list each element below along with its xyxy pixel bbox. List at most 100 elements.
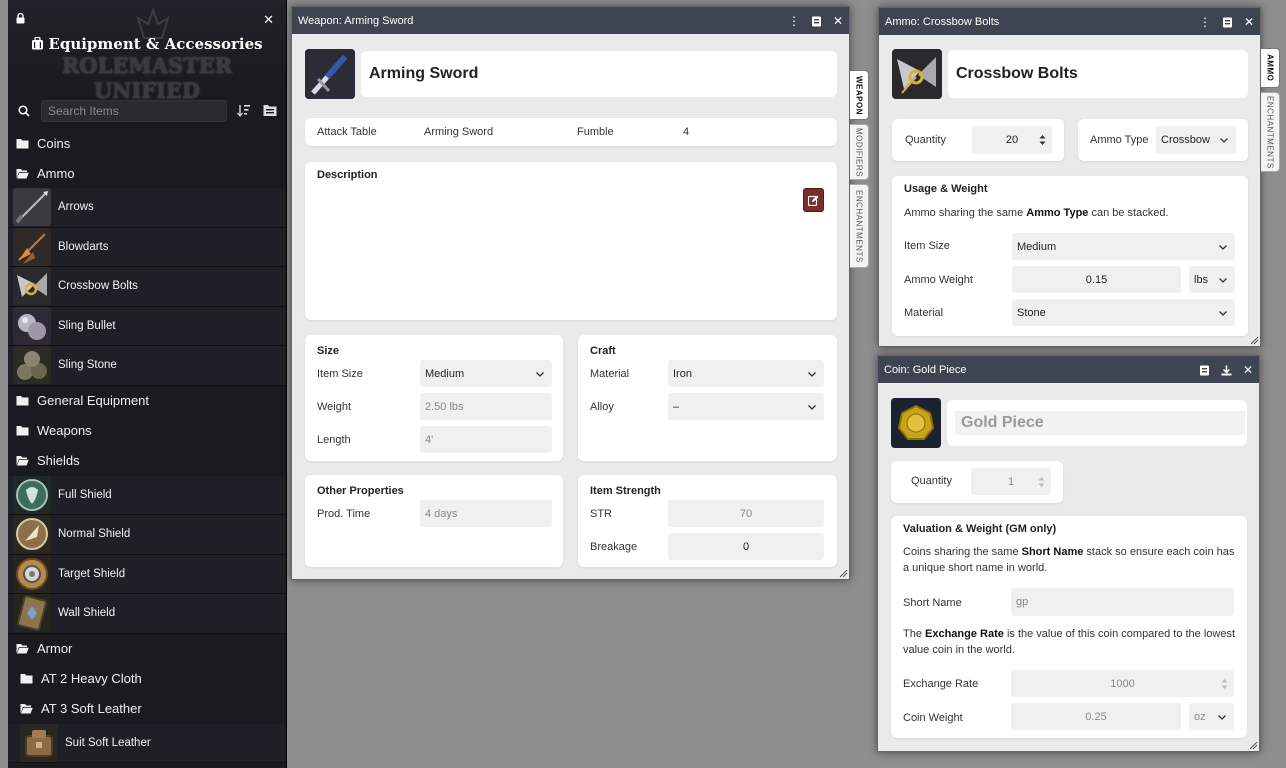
sidebar-item-normal-shield[interactable]: Normal Shield: [8, 515, 286, 555]
hint-text: Ammo sharing the same: [904, 207, 1027, 219]
sidebar-title-text: Equipment & Accessories: [48, 35, 263, 53]
sheet-config-icon[interactable]: [1216, 15, 1238, 29]
ammo-window-header[interactable]: Ammo: Crossbow Bolts ⋮ ✕: [879, 8, 1260, 35]
sidebar-folder-ammo[interactable]: Ammo: [8, 158, 286, 188]
close-sidebar-button[interactable]: ✕: [263, 12, 274, 28]
resize-handle-icon[interactable]: [1250, 336, 1259, 345]
tab-enchantments[interactable]: ENCHANTMENTS: [850, 184, 869, 268]
short-name-field[interactable]: gp: [1011, 588, 1234, 616]
sidebar-item-arrows[interactable]: Arrows: [8, 188, 286, 228]
prod-time-field[interactable]: 4 days: [420, 500, 552, 527]
coin-quantity-stepper[interactable]: 1: [971, 468, 1051, 495]
sidebar-folder-shields[interactable]: Shields: [8, 446, 286, 476]
chevron-down-icon: [1218, 714, 1226, 720]
material-select[interactable]: Iron: [668, 360, 824, 387]
gold-piece-portrait[interactable]: [891, 398, 941, 448]
ammo-type-value: Crossbow: [1161, 134, 1210, 146]
spinner-arrows-icon[interactable]: [1221, 678, 1228, 690]
sidebar-folder-weapons[interactable]: Weapons: [8, 416, 286, 446]
menu-dots-icon[interactable]: ⋮: [1194, 15, 1216, 29]
description-card: Description: [305, 162, 837, 320]
close-icon[interactable]: ✕: [1237, 363, 1259, 377]
tab-ammo-enchantments[interactable]: ENCHANTMENTS: [1261, 92, 1280, 172]
sidebar-item-suit-soft-leather[interactable]: Suit Soft Leather: [8, 723, 286, 763]
item-size-select[interactable]: Medium: [420, 360, 552, 387]
ammo-item-size-label: Item Size: [904, 240, 950, 252]
fumble-value[interactable]: 4: [683, 126, 689, 138]
coin-name-value: Gold Piece: [955, 411, 1245, 435]
chevron-down-icon: [1219, 277, 1227, 283]
edit-description-button[interactable]: [803, 188, 824, 212]
sidebar-item-sling-stone[interactable]: Sling Stone: [8, 346, 286, 386]
crossbow-bolts-icon: [13, 267, 51, 306]
attack-table-value[interactable]: Arming Sword: [424, 126, 493, 138]
sidebar-folder-at-2-heavy-cloth[interactable]: AT 2 Heavy Cloth: [8, 664, 286, 694]
sidebar-folder-armor[interactable]: Armor: [8, 634, 286, 664]
resize-handle-icon[interactable]: [839, 569, 848, 578]
sheet-config-icon[interactable]: [805, 14, 827, 28]
weight-label: Weight: [317, 401, 352, 413]
sidebar-folder-general-equipment[interactable]: General Equipment: [8, 386, 286, 416]
search-icon: [18, 105, 30, 117]
material-value: Iron: [673, 367, 692, 380]
spinner-arrows-icon[interactable]: [1038, 476, 1045, 488]
sidebar-item-sling-bullet[interactable]: Sling Bullet: [8, 306, 286, 346]
hint-bold: Short Name: [1021, 546, 1084, 558]
arming-sword-portrait[interactable]: [305, 49, 355, 99]
tab-weapon[interactable]: WEAPON: [850, 70, 869, 120]
sidebar-item-wall-shield[interactable]: Wall Shield: [8, 594, 286, 634]
collapse-folders-icon[interactable]: [263, 104, 277, 117]
quantity-stepper[interactable]: 20: [972, 126, 1052, 154]
crossbow-bolts-portrait[interactable]: [892, 49, 942, 99]
breakage-field[interactable]: 0: [668, 533, 824, 560]
exchange-rate-value: 1000: [1110, 677, 1135, 690]
ammo-weight-unit: lbs: [1194, 273, 1209, 286]
sidebar-item-blowdarts[interactable]: Blowdarts: [8, 227, 286, 267]
download-icon[interactable]: [1215, 363, 1237, 377]
sidebar-item-target-shield[interactable]: Target Shield: [8, 554, 286, 594]
search-input[interactable]: [41, 100, 227, 122]
menu-dots-icon[interactable]: ⋮: [783, 14, 805, 28]
weight-field[interactable]: 2.50 lbs: [420, 393, 552, 420]
length-field[interactable]: 4': [420, 426, 552, 453]
sidebar-item-label: Arrows: [58, 201, 94, 214]
coin-quantity-card: Quantity 1: [891, 461, 1063, 503]
ammo-type-select[interactable]: Crossbow: [1156, 126, 1236, 154]
sort-icon[interactable]: [237, 104, 251, 117]
weapon-window-header[interactable]: Weapon: Arming Sword ⋮ ✕: [292, 7, 849, 34]
weapon-name-field[interactable]: Arming Sword: [361, 51, 837, 97]
sidebar-folder-coins[interactable]: Coins: [8, 128, 286, 158]
ammo-weight-unit-select[interactable]: lbs: [1189, 266, 1235, 293]
tab-ammo[interactable]: AMMO: [1261, 48, 1280, 88]
hint-bold: Ammo Type: [1026, 207, 1089, 219]
lock-icon[interactable]: [16, 13, 25, 24]
coin-weight-unit-select[interactable]: oz: [1189, 703, 1234, 730]
ammo-item-size-select[interactable]: Medium: [1012, 233, 1235, 260]
exchange-rate-field[interactable]: 1000: [1011, 670, 1234, 697]
close-icon[interactable]: ✕: [1238, 15, 1260, 29]
exchange-rate-hint: The Exchange Rate is the value of this c…: [903, 627, 1238, 658]
coin-window-header[interactable]: Coin: Gold Piece ✕: [878, 356, 1259, 383]
str-field[interactable]: 70: [668, 500, 824, 527]
close-icon[interactable]: ✕: [827, 14, 849, 28]
craft-card: Craft Material Iron Alloy –: [578, 335, 837, 461]
sidebar-folder-at-3-soft-leather[interactable]: AT 3 Soft Leather: [8, 694, 286, 724]
ammo-material-select[interactable]: Stone: [1012, 299, 1235, 326]
sheet-config-icon[interactable]: [1193, 363, 1215, 377]
sidebar-item-label: Crossbow Bolts: [58, 280, 138, 293]
sling-stone-icon: [13, 346, 51, 385]
coin-weight-field[interactable]: 0.25: [1011, 703, 1181, 730]
target-shield-icon: [13, 554, 51, 593]
sidebar-item-crossbow-bolts[interactable]: Crossbow Bolts: [8, 267, 286, 307]
sidebar-title: Equipment & Accessories: [8, 35, 286, 53]
resize-handle-icon[interactable]: [1249, 741, 1258, 750]
folder-icon: [16, 426, 29, 436]
alloy-select[interactable]: –: [668, 393, 824, 420]
sidebar-item-full-shield[interactable]: Full Shield: [8, 475, 286, 515]
coin-name-field[interactable]: Gold Piece: [947, 400, 1247, 446]
ammo-name-field[interactable]: Crossbow Bolts: [948, 50, 1248, 98]
sidebar-item-label: Sling Bullet: [58, 319, 116, 332]
tab-modifiers[interactable]: MODIFIERS: [850, 124, 869, 180]
ammo-weight-field[interactable]: 0.15: [1012, 266, 1181, 293]
spinner-arrows-icon[interactable]: [1039, 134, 1046, 146]
